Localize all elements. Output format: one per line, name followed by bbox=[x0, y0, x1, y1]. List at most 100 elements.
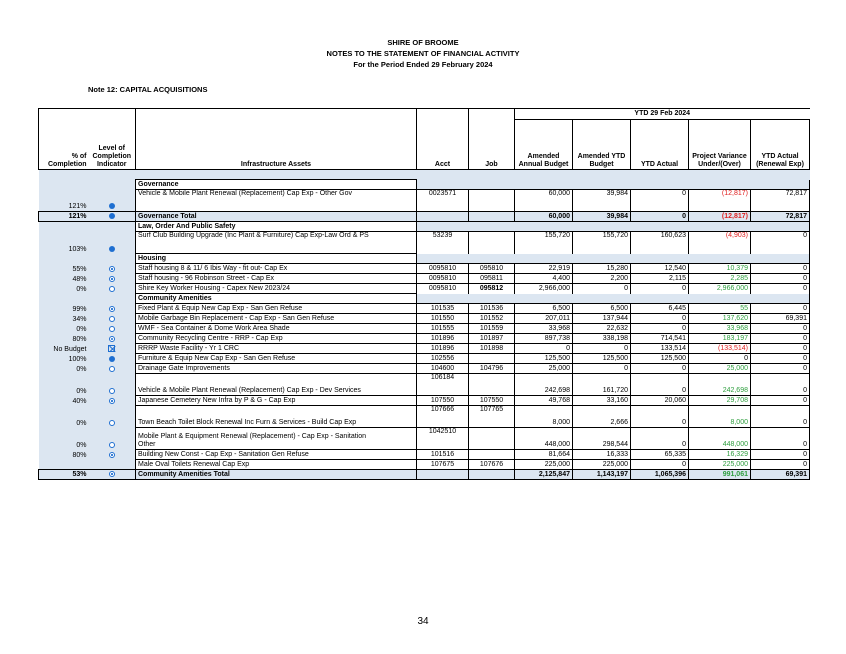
cell-ytd-budget: 33,160 bbox=[572, 395, 631, 406]
cell-pct-completion: 103% bbox=[38, 231, 89, 254]
asset-name-line2: Other bbox=[138, 441, 156, 448]
cell-ytd-budget: 15,280 bbox=[572, 263, 631, 274]
cell-level-indicator bbox=[88, 303, 136, 314]
cell-pct-completion: 55% bbox=[38, 263, 89, 274]
section-heading: Housing bbox=[135, 253, 417, 264]
cell-annual: 225,000 bbox=[514, 459, 573, 470]
ytd-group-label: YTD 29 Feb 2024 bbox=[514, 108, 810, 120]
cell-ytd-actual: 125,500 bbox=[630, 353, 689, 364]
cell-level-indicator bbox=[88, 343, 136, 354]
cell-job: 101552 bbox=[468, 313, 515, 324]
cell-variance: 0 bbox=[688, 353, 751, 364]
cell-ytd-actual: 133,514 bbox=[630, 343, 689, 354]
cell-acct: 101516 bbox=[416, 449, 469, 460]
cell-ytd-budget: 338,198 bbox=[572, 333, 631, 344]
cell-renewal: 72,817 bbox=[750, 189, 810, 212]
cell-job: 095810 bbox=[468, 263, 515, 274]
cell-renewal: 0 bbox=[750, 263, 810, 274]
note-title: Note 12: CAPITAL ACQUISITIONS bbox=[88, 85, 208, 94]
cell-level-indicator bbox=[88, 323, 136, 334]
report-org-title: SHIRE OF BROOME bbox=[387, 38, 459, 47]
cell-annual: 897,738 bbox=[514, 333, 573, 344]
cell-renewal: 0 bbox=[750, 459, 810, 470]
cell-ytd-actual: 0 bbox=[630, 427, 689, 450]
cell-ytd-actual: 0 bbox=[630, 373, 689, 396]
cell-pct-completion: 40% bbox=[38, 395, 89, 406]
cell-variance: 991,061 bbox=[688, 469, 751, 480]
cell-renewal: 0 bbox=[750, 333, 810, 344]
table-row: 40% Japanese Cemetery New Infra by P & G … bbox=[38, 395, 810, 406]
col-pct-completion: % of Completion bbox=[38, 119, 89, 170]
ytd-group-row: YTD 29 Feb 2024 bbox=[38, 108, 810, 120]
column-header-row: % of Completion Level of Completion Indi… bbox=[38, 119, 810, 170]
cell-asset-name: Fixed Plant & Equip New Cap Exp - San Ge… bbox=[135, 303, 417, 314]
section-total-label: Community Amenities Total bbox=[135, 469, 417, 480]
cell-acct: 104600 bbox=[416, 363, 469, 374]
cell-annual: 125,500 bbox=[514, 353, 573, 364]
cell-ytd-actual: 6,445 bbox=[630, 303, 689, 314]
cell-level-indicator bbox=[88, 405, 136, 428]
cell-variance: (12,817) bbox=[688, 211, 751, 222]
cell-job: 107676 bbox=[468, 459, 515, 470]
cell-acct: 107666 bbox=[416, 405, 469, 428]
capital-acquisitions-table: YTD 29 Feb 2024 % of Completion Level of… bbox=[38, 108, 810, 480]
cell-annual: 49,768 bbox=[514, 395, 573, 406]
cell-job: 101898 bbox=[468, 343, 515, 354]
cell-level-indicator bbox=[88, 363, 136, 374]
cell-ytd-actual: 0 bbox=[630, 363, 689, 374]
col-amended-ytd-budget: Amended YTD Budget bbox=[572, 119, 631, 170]
table-row: 0% WMF - Sea Container & Dome Work Area S… bbox=[38, 323, 810, 334]
cell-job bbox=[468, 427, 515, 450]
asset-name-line1: Mobile Plant & Equipment Renewal (Replac… bbox=[138, 433, 367, 440]
cell-ytd-actual: 65,335 bbox=[630, 449, 689, 460]
cell-annual: 33,968 bbox=[514, 323, 573, 334]
cell-variance: 10,379 bbox=[688, 263, 751, 274]
cell-pct-completion: 80% bbox=[38, 333, 89, 344]
cell-ytd-budget: 22,632 bbox=[572, 323, 631, 334]
section-heading-row: Community Amenities bbox=[38, 293, 810, 304]
cell-job: 095812 bbox=[468, 283, 515, 294]
cell-pct-completion: 80% bbox=[38, 449, 89, 460]
cell-pct-completion: 0% bbox=[38, 427, 89, 450]
cell-renewal: 69,391 bbox=[750, 313, 810, 324]
cell-acct: 101555 bbox=[416, 323, 469, 334]
cell-variance: 16,329 bbox=[688, 449, 751, 460]
table-row: 0% Drainage Gate Improvements 104600 104796… bbox=[38, 363, 810, 374]
cell-acct: 0095810 bbox=[416, 283, 469, 294]
cell-annual: 448,000 bbox=[514, 427, 573, 450]
table-row: 100% Furniture & Equip New Cap Exp - San … bbox=[38, 353, 810, 364]
cell-ytd-budget: 16,333 bbox=[572, 449, 631, 460]
cell-annual: 60,000 bbox=[514, 211, 573, 222]
cell-pct-completion: 0% bbox=[38, 405, 89, 428]
cell-renewal: 0 bbox=[750, 323, 810, 334]
cell-pct-completion: 0% bbox=[38, 373, 89, 396]
cell-job bbox=[468, 189, 515, 212]
cell-asset-name: Community Recycling Centre - RRP - Cap E… bbox=[135, 333, 417, 344]
cell-job: 107550 bbox=[468, 395, 515, 406]
cell-pct-completion: 53% bbox=[38, 469, 89, 480]
completion-none-icon bbox=[108, 441, 115, 448]
cell-variance: (133,514) bbox=[688, 343, 751, 354]
cell-ytd-budget: 155,720 bbox=[572, 231, 631, 254]
cell-renewal: 0 bbox=[750, 273, 810, 284]
table-row: 0% Town Beach Toilet Block Renewal Inc Fu… bbox=[38, 405, 810, 428]
table-row: 55% Staff housing 8 & 11/ 6 Ibis Way - fi… bbox=[38, 263, 810, 274]
cell-pct-completion: 0% bbox=[38, 323, 89, 334]
completion-partial-icon bbox=[108, 451, 115, 458]
table-row: 80% Community Recycling Centre - RRP - Ca… bbox=[38, 333, 810, 344]
completion-partial-icon bbox=[108, 275, 115, 282]
cell-renewal: 0 bbox=[750, 405, 810, 428]
cell-asset-name: Shire Key Worker Housing - Capex New 202… bbox=[135, 283, 417, 294]
cell-asset-name: Vehicle & Mobile Plant Renewal (Replacem… bbox=[135, 373, 417, 396]
cell-level-indicator bbox=[88, 211, 136, 222]
cell-ytd-budget: 0 bbox=[572, 363, 631, 374]
cell-acct: 0095810 bbox=[416, 263, 469, 274]
cell-variance: 25,000 bbox=[688, 363, 751, 374]
cell-annual: 25,000 bbox=[514, 363, 573, 374]
cell-level-indicator bbox=[88, 231, 136, 254]
completion-partial-icon bbox=[108, 470, 115, 477]
table-row: No Budget RRRP Waste Facility - Yr 1 CRC 1… bbox=[38, 343, 810, 354]
cell-renewal: 0 bbox=[750, 353, 810, 364]
cell-variance: 2,966,000 bbox=[688, 283, 751, 294]
cell-variance: (12,817) bbox=[688, 189, 751, 212]
